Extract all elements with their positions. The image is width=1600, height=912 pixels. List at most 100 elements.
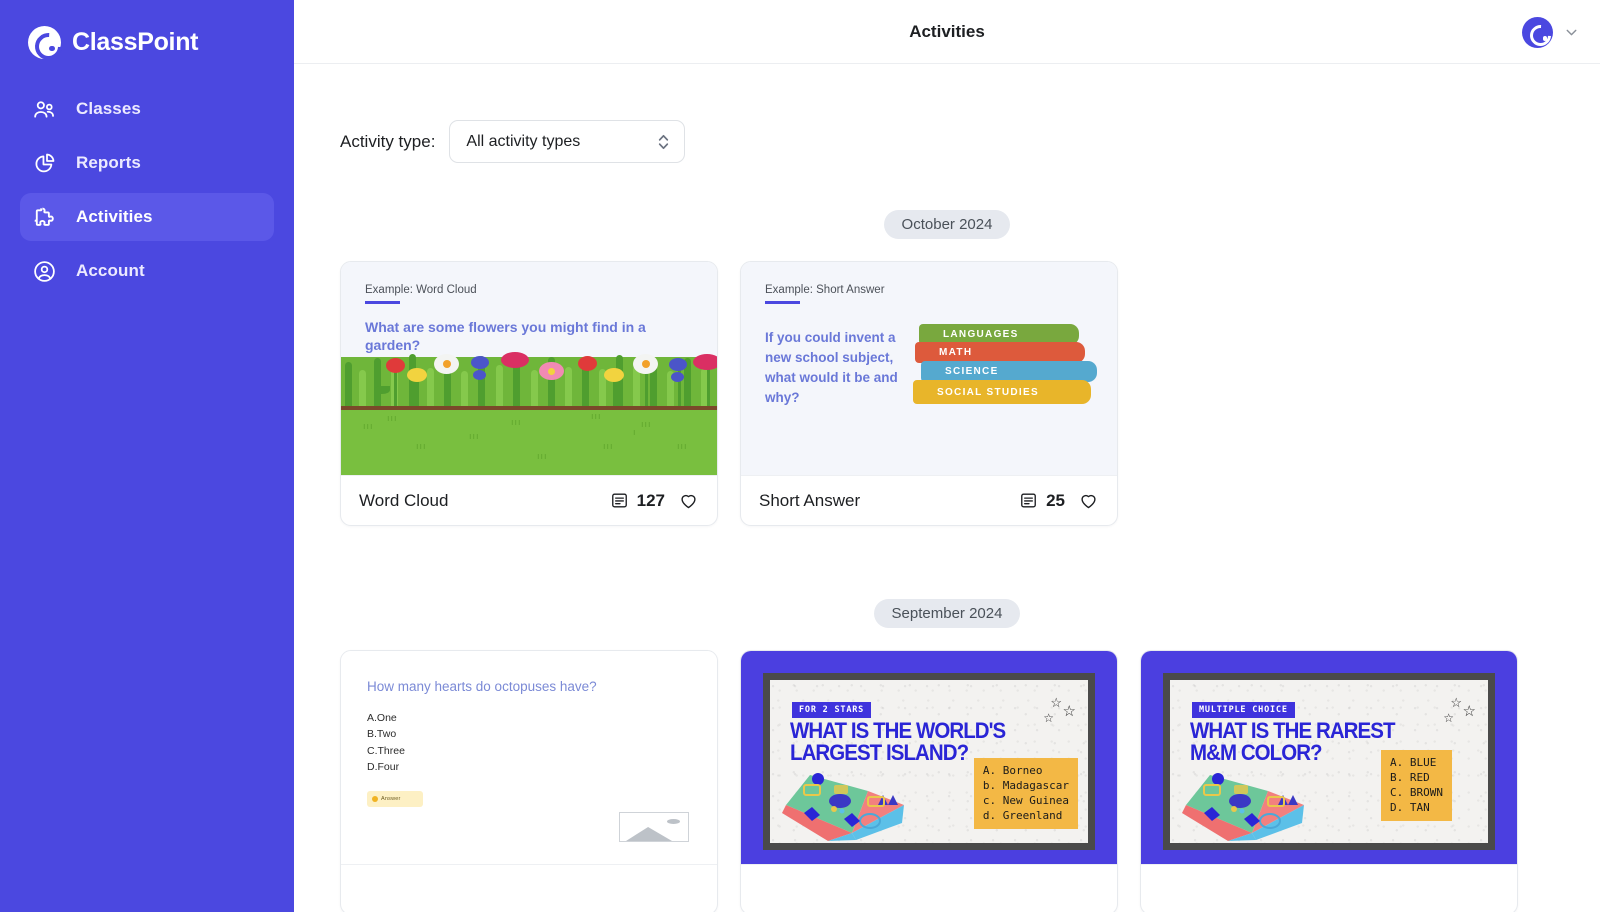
quiz-slide: MULTIPLE CHOICE WHAT IS THE RAREST M&M C…	[1141, 651, 1517, 864]
answer-label: Answer	[381, 796, 401, 803]
thumb-question: If you could invent a new school subject…	[765, 329, 898, 406]
quiz-title: WHAT IS THE RAREST M&M COLOR?	[1190, 718, 1395, 765]
sidebar-item-label: Reports	[76, 153, 141, 172]
quiz-option: A. BLUE	[1390, 756, 1437, 769]
avatar[interactable]	[1522, 16, 1553, 48]
quiz-option: C. BROWN	[1390, 785, 1443, 799]
quiz-title-line1: WHAT IS THE RAREST	[1190, 718, 1395, 743]
paper-background: MULTIPLE CHOICE WHAT IS THE RAREST M&M C…	[1170, 680, 1488, 843]
slide-icon	[611, 493, 627, 508]
card-meta: 127	[610, 490, 699, 511]
star-doodle-icon: ☆	[1443, 711, 1454, 725]
sidebar-item-label: Activities	[76, 207, 153, 226]
quiz-option: b. Madagascar	[982, 778, 1069, 792]
sidebar-item-account[interactable]: Account	[20, 247, 274, 295]
star-doodle-icon: ☆	[1462, 703, 1476, 720]
sidebar-nav: Classes Reports Activities Account	[0, 85, 294, 295]
sidebar-item-classes[interactable]: Classes	[20, 85, 274, 133]
card-footer	[741, 864, 1117, 912]
thumb-underline	[765, 301, 800, 304]
mcq-option: B.Two	[367, 728, 397, 741]
card-footer: Word Cloud 127	[341, 475, 717, 525]
user-circle-icon	[31, 258, 58, 285]
slide-count-value: 127	[636, 490, 665, 510]
page-title: Activities	[909, 21, 985, 41]
brand-name: ClassPoint	[72, 27, 199, 56]
mcq-option: D.Four	[367, 760, 400, 773]
sidebar-item-label: Account	[76, 261, 145, 280]
activity-card-short-answer[interactable]: Example: Short Answer If you could inven…	[740, 261, 1118, 526]
activity-cards-row-september: How many hearts do octopuses have? A.One…	[340, 650, 1554, 912]
classpoint-logo-icon	[28, 25, 61, 59]
thumb-kicker: Example: Word Cloud	[365, 284, 477, 296]
people-icon	[31, 96, 58, 123]
book-math: MATH	[915, 342, 1085, 363]
quiz-title-line1: WHAT IS THE WORLD'S	[790, 718, 1006, 743]
slide-count: 127	[610, 491, 665, 511]
favorite-button[interactable]	[1078, 490, 1099, 511]
star-doodle-icon: ☆	[1450, 695, 1462, 710]
stamp-frame: FOR 2 STARS WHAT IS THE WORLD'S LARGEST …	[763, 673, 1095, 850]
star-doodle-icon: ☆	[1043, 711, 1054, 725]
activity-card-largest-island[interactable]: FOR 2 STARS WHAT IS THE WORLD'S LARGEST …	[740, 650, 1118, 912]
sidebar-item-reports[interactable]: Reports	[20, 139, 274, 187]
card-thumbnail: Example: Short Answer If you could inven…	[741, 262, 1117, 475]
garden-illustration: ııı ııı ııı ııı ııı ııı ııı ııı ııı ı ıı…	[341, 352, 717, 475]
brand-logo-area[interactable]: ClassPoint	[0, 0, 294, 66]
stepper-updown-icon	[659, 134, 669, 149]
book-science: SCIENCE	[921, 361, 1097, 382]
quiz-option: A. Borneo	[982, 764, 1043, 777]
quiz-tag: MULTIPLE CHOICE	[1192, 702, 1295, 718]
month-divider: September 2024	[340, 599, 1554, 628]
card-title: Word Cloud	[359, 490, 449, 510]
mcq-option: C.Three	[367, 744, 405, 757]
card-footer: Short Answer 25	[741, 475, 1117, 525]
star-doodle-icon: ☆	[1062, 703, 1076, 720]
slide-count: 25	[1019, 491, 1065, 511]
card-footer	[1141, 864, 1517, 912]
answer-badge: Answer	[367, 791, 423, 808]
quiz-option: d. Greenland	[982, 808, 1063, 822]
card-thumbnail: FOR 2 STARS WHAT IS THE WORLD'S LARGEST …	[741, 651, 1117, 864]
month-badge: September 2024	[873, 599, 1021, 628]
activity-card-mm-color[interactable]: MULTIPLE CHOICE WHAT IS THE RAREST M&M C…	[1140, 650, 1518, 912]
month-badge: October 2024	[883, 210, 1011, 239]
stamp-frame: MULTIPLE CHOICE WHAT IS THE RAREST M&M C…	[1163, 673, 1495, 850]
paper-background: FOR 2 STARS WHAT IS THE WORLD'S LARGEST …	[770, 680, 1088, 843]
sidebar-item-activities[interactable]: Activities	[20, 193, 274, 241]
image-placeholder-icon	[619, 812, 689, 842]
kite-illustration	[1182, 773, 1304, 841]
thumb-header: Example: Word Cloud What are some flower…	[341, 262, 717, 355]
sidebar-item-label: Classes	[76, 99, 141, 118]
favorite-button[interactable]	[678, 490, 699, 511]
quiz-option: c. New Guinea	[982, 793, 1069, 807]
mcq-options: A.One B.Two C.Three D.Four	[367, 710, 691, 775]
mcq-option: A.One	[367, 712, 397, 724]
month-divider: October 2024	[340, 210, 1554, 239]
quiz-tag: FOR 2 STARS	[792, 702, 872, 718]
book-social-studies: SOCIAL STUDIES	[913, 380, 1091, 404]
quiz-option: B. RED	[1390, 770, 1430, 784]
thumb-question: How many hearts do octopuses have?	[367, 679, 597, 694]
lightbulb-icon	[372, 796, 378, 803]
pie-chart-icon	[31, 150, 58, 177]
star-doodle-icon: ☆	[1050, 695, 1062, 710]
card-footer	[341, 864, 717, 912]
quiz-options: A. BLUE B. RED C. BROWN D. TAN	[1381, 750, 1452, 822]
chevron-down-icon[interactable]	[1563, 24, 1580, 41]
card-title: Short Answer	[759, 490, 861, 510]
card-meta: 25	[1019, 490, 1099, 511]
activity-cards-row-october: Example: Word Cloud What are some flower…	[340, 261, 1554, 526]
activity-card-word-cloud[interactable]: Example: Word Cloud What are some flower…	[340, 261, 718, 526]
app-root: ClassPoint Classes Reports Activities Ac…	[0, 0, 1600, 912]
quiz-slide: FOR 2 STARS WHAT IS THE WORLD'S LARGEST …	[741, 651, 1117, 864]
activity-card-octopus-mcq[interactable]: How many hearts do octopuses have? A.One…	[340, 650, 718, 912]
quiz-option: D. TAN	[1390, 800, 1430, 814]
slide-count-value: 25	[1046, 490, 1065, 510]
topbar-right-cluster	[1522, 0, 1580, 64]
activity-type-select[interactable]: All activity types	[449, 120, 686, 163]
kite-illustration	[782, 773, 904, 841]
card-thumbnail: How many hearts do octopuses have? A.One…	[341, 651, 717, 864]
main-area: Activities Activity type: All activity t…	[294, 0, 1600, 912]
activity-type-label: Activity type:	[340, 131, 436, 151]
